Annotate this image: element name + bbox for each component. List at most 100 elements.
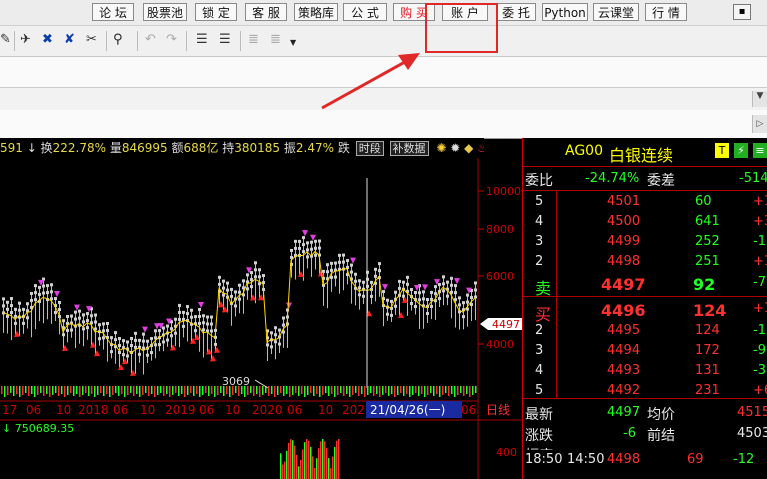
candle-body	[438, 297, 441, 301]
sub-chart-label: ↓ 750689.35	[2, 422, 74, 435]
level-price: 4495	[607, 323, 641, 338]
sell-signal-mark	[286, 302, 292, 309]
level-change: +1	[753, 301, 767, 316]
candle-body	[134, 331, 137, 335]
weibi-value: -24.74%	[585, 171, 640, 186]
candle-body	[314, 253, 317, 257]
volume-bar	[19, 386, 21, 397]
sub-chart-bars	[280, 439, 340, 479]
candle-body	[42, 284, 45, 288]
volume-bar	[388, 386, 390, 396]
list-icon[interactable]: ≡	[753, 143, 767, 158]
candle-body	[334, 275, 337, 279]
volume-bar	[106, 386, 108, 394]
volume-bar	[196, 386, 198, 394]
volume-bar	[136, 386, 138, 394]
volume-bar	[475, 386, 477, 393]
candle-body	[82, 313, 85, 317]
cloud-icon[interactable]: ✹	[450, 141, 460, 155]
volume-bar	[295, 386, 297, 393]
volume-bar	[208, 386, 210, 396]
candle-body	[10, 304, 13, 308]
volume-bar	[361, 386, 363, 394]
candle-body	[166, 338, 169, 342]
diamond-icon[interactable]: ◆	[464, 141, 473, 155]
sub-chart-bar	[298, 466, 300, 479]
candle-body	[206, 315, 209, 319]
fill-data-button[interactable]: 补数据	[389, 141, 429, 156]
annotation-arrowhead	[398, 53, 420, 70]
candle-body	[442, 275, 445, 279]
volume-bar	[7, 386, 9, 395]
candle-body	[414, 291, 417, 295]
amount-label: 额	[171, 141, 184, 155]
weibi-label: 委比	[525, 173, 553, 189]
candle-body	[418, 298, 421, 302]
candle-body	[50, 283, 53, 287]
amplitude-value: 2.47%	[295, 141, 335, 155]
candle-body	[114, 338, 117, 342]
candle-body	[90, 314, 93, 318]
volume-bar	[424, 386, 426, 397]
candle-body	[338, 260, 341, 264]
axis-mode-label[interactable]: 日线	[486, 403, 510, 417]
volume-bar	[199, 386, 201, 397]
candle-body	[118, 337, 121, 341]
sun-icon[interactable]: ✺	[436, 141, 446, 155]
candle-body	[270, 331, 273, 335]
candle-body	[126, 340, 129, 344]
level-volume: 92	[693, 275, 716, 294]
candle-body	[258, 268, 261, 272]
candle-body	[218, 282, 221, 286]
bid-ask-divider	[523, 296, 767, 297]
volume-bar	[91, 386, 93, 394]
change-label: 涨跌	[525, 428, 553, 444]
kline-chart[interactable]: 10000800060004000 17 06 10 2018 06 10 2019 06 10…	[0, 158, 522, 479]
candle-body	[246, 287, 249, 291]
volume-bar	[145, 386, 147, 393]
turnover-value: 222.78%	[52, 141, 106, 155]
volume-bar	[76, 386, 78, 394]
level-volume: 231	[695, 383, 720, 398]
sub-chart-bar	[296, 454, 298, 479]
volume-bar	[250, 386, 252, 393]
candle-body	[190, 308, 193, 312]
level-price: 4493	[607, 363, 641, 378]
candle-body	[358, 293, 361, 297]
x-tick-label: 2018	[78, 403, 109, 417]
volume-bar	[289, 386, 291, 397]
period-button[interactable]: 时段	[355, 141, 384, 156]
candle-body	[422, 297, 425, 301]
level-label: 4	[535, 363, 544, 378]
candle-body	[58, 301, 61, 305]
candle-body	[298, 246, 301, 250]
sub-chart-bar	[288, 442, 290, 479]
candle-body	[346, 258, 349, 262]
volume-bar	[160, 386, 162, 393]
volume-bar	[334, 386, 336, 397]
menu-icon[interactable]: ♨	[477, 141, 484, 155]
candle-body	[450, 276, 453, 280]
candle-body	[54, 297, 57, 301]
contract-code: AG00	[565, 143, 603, 159]
candle-body	[426, 298, 429, 302]
candle-body	[94, 320, 97, 324]
volume-bar	[64, 386, 66, 397]
candle-body	[446, 294, 449, 298]
volume-bar	[421, 386, 423, 394]
volume-bar	[253, 386, 255, 396]
position-value: 380185	[234, 141, 281, 155]
candle-body	[358, 286, 361, 290]
candle-body	[54, 311, 57, 315]
lightning-icon[interactable]: ⚡	[734, 143, 748, 158]
candle-body	[86, 326, 89, 330]
candle-body	[406, 282, 409, 286]
sell-signal-mark	[422, 284, 428, 291]
t-icon[interactable]: T	[715, 143, 729, 158]
candle-body	[142, 332, 145, 336]
candle-body	[2, 304, 5, 308]
candle-body	[254, 268, 257, 272]
candle-body	[458, 296, 461, 300]
candle-body	[446, 280, 449, 284]
candle-body	[358, 279, 361, 283]
